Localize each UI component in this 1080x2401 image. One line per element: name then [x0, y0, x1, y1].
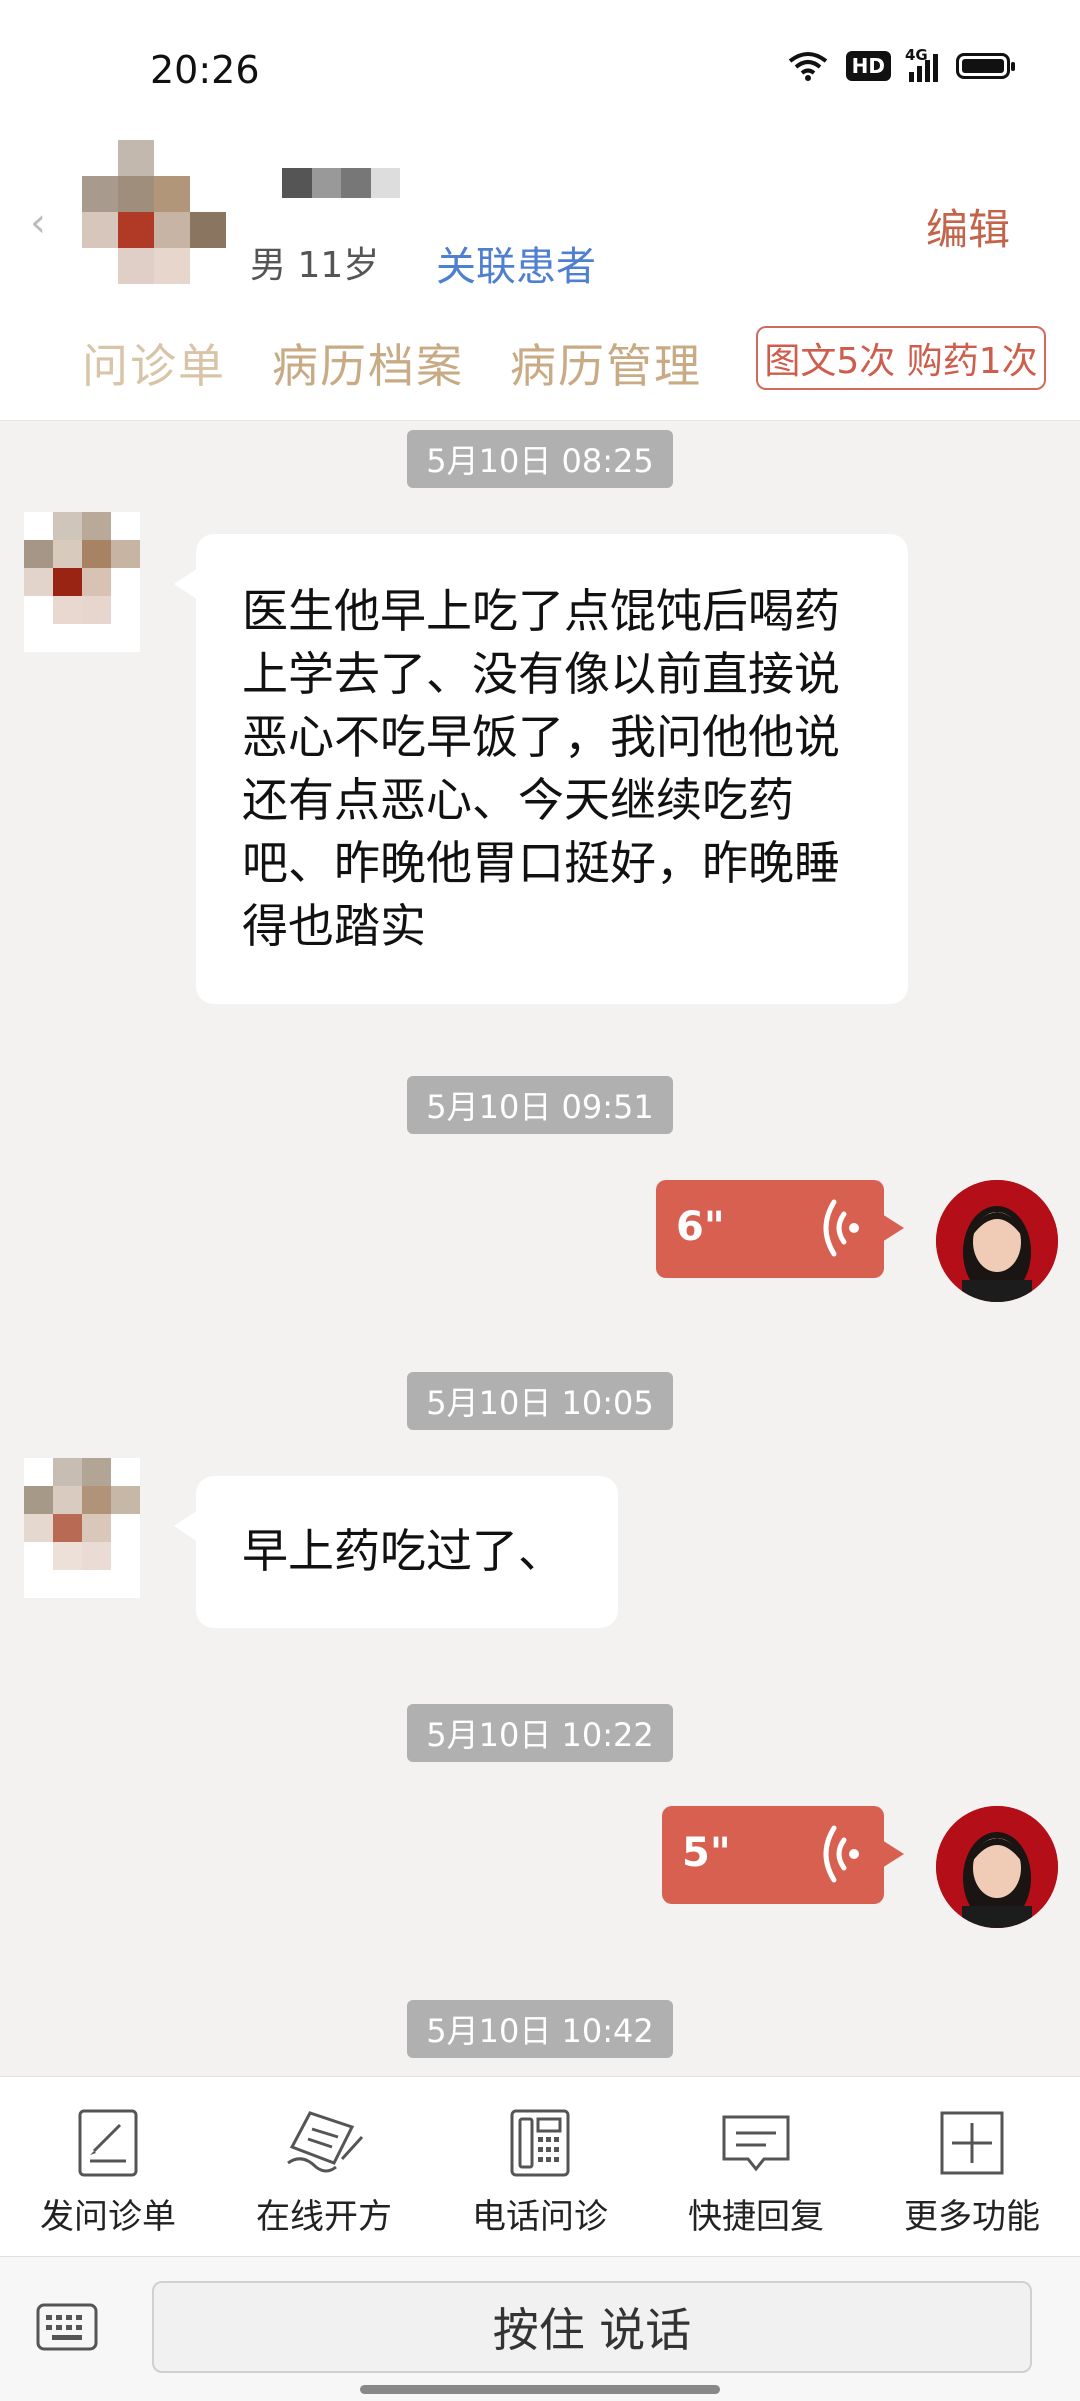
send-consult-form-button[interactable]: 发问诊单	[0, 2077, 216, 2257]
edit-button[interactable]: 编辑	[926, 196, 1010, 257]
network-type: 4G	[905, 46, 928, 64]
doctor-avatar[interactable]	[936, 1180, 1058, 1302]
doctor-photo	[936, 1180, 1058, 1302]
patient-avatar[interactable]	[24, 1458, 140, 1598]
header-tabs: 问诊单 病历档案 病历管理	[82, 330, 702, 396]
link-patient-link[interactable]: 关联患者	[436, 234, 596, 292]
toolbar-label: 在线开方	[256, 2197, 392, 2237]
back-arrow-icon[interactable]: ‹	[30, 200, 46, 246]
doctor-photo	[936, 1806, 1058, 1928]
quick-reply-button[interactable]: 快捷回复	[648, 2077, 864, 2257]
patient-info: 男 11岁	[250, 245, 380, 286]
message-timestamp: 5月10日 09:51	[407, 1076, 673, 1134]
incoming-message-bubble[interactable]: 医生他早上吃了点馄饨后喝药 上学去了、没有像以前直接说 恶心不吃早饭了，我问他他…	[174, 534, 908, 1004]
message-text-line: 早上药吃过了、	[242, 1524, 564, 1578]
home-indicator[interactable]	[360, 2385, 720, 2394]
toolbar-label: 更多功能	[904, 2197, 1040, 2237]
toolbar-label: 发问诊单	[40, 2197, 176, 2237]
battery-icon	[956, 53, 1015, 79]
message-timestamp: 5月10日 10:42	[407, 2000, 673, 2058]
status-time: 20:26	[150, 48, 260, 92]
message-timestamp: 5月10日 10:22	[407, 1704, 673, 1762]
voice-message-bubble[interactable]: 5"	[662, 1806, 904, 1904]
tab-consult-form[interactable]: 问诊单	[82, 330, 226, 396]
message-timestamp: 5月10日 08:25	[407, 430, 673, 488]
action-toolbar: 发问诊单 在线开方 电话问诊 快捷回复 更多功能	[0, 2076, 1080, 2257]
message-timestamp: 5月10日 10:05	[407, 1372, 673, 1430]
toolbar-label: 电话问诊	[472, 2197, 608, 2237]
wifi-icon	[788, 52, 827, 81]
hd-icon: HD	[845, 51, 891, 81]
incoming-message-bubble[interactable]: 早上药吃过了、	[174, 1476, 618, 1628]
voice-wave-icon	[823, 1825, 859, 1883]
tab-medical-records[interactable]: 病历档案	[272, 330, 464, 396]
patient-name-redacted	[282, 168, 400, 198]
more-functions-button[interactable]: 更多功能	[864, 2077, 1080, 2257]
form-edit-icon	[78, 2109, 138, 2177]
message-text-line: 吧、昨晚他胃口挺好，昨晚睡	[242, 836, 840, 890]
tab-record-management[interactable]: 病历管理	[510, 330, 702, 396]
message-text-line: 上学去了、没有像以前直接说	[242, 647, 840, 701]
quick-reply-icon	[722, 2115, 790, 2172]
phone-consult-button[interactable]: 电话问诊	[432, 2077, 648, 2257]
prescription-icon	[287, 2111, 364, 2173]
voice-message-bubble[interactable]: 6"	[656, 1180, 904, 1278]
message-text-line: 医生他早上吃了点馄饨后喝药	[242, 584, 840, 638]
hold-to-talk-button[interactable]: 按住 说话	[152, 2281, 1032, 2373]
service-count-badge[interactable]: 图文5次 购药1次	[756, 326, 1046, 390]
voice-duration: 6"	[676, 1204, 725, 1250]
plus-box-icon	[940, 2111, 1004, 2175]
message-text-line: 得也踏实	[242, 899, 426, 953]
keyboard-icon[interactable]	[36, 2303, 98, 2351]
input-bar: 按住 说话	[0, 2256, 1080, 2401]
status-icons: HD 4G	[788, 46, 1015, 82]
signal-icon: 4G	[905, 46, 938, 82]
toolbar-label: 快捷回复	[688, 2197, 824, 2237]
telephone-icon	[510, 2109, 570, 2177]
patient-avatar[interactable]	[24, 512, 140, 652]
message-text-line: 恶心不吃早饭了，我问他他说	[242, 710, 840, 764]
online-prescription-button[interactable]: 在线开方	[216, 2077, 432, 2257]
status-bar: 20:26 HD 4G	[0, 0, 1080, 140]
voice-duration: 5"	[682, 1830, 731, 1876]
doctor-avatar[interactable]	[936, 1806, 1058, 1928]
message-text-line: 还有点恶心、今天继续吃药	[242, 773, 794, 827]
patient-avatar[interactable]	[82, 140, 226, 284]
chat-header: ‹ 男 11岁 关联患者 编辑 问诊单 病历档案 病历管理 图文5次 购药1次	[0, 140, 1080, 421]
voice-wave-icon	[823, 1199, 859, 1257]
